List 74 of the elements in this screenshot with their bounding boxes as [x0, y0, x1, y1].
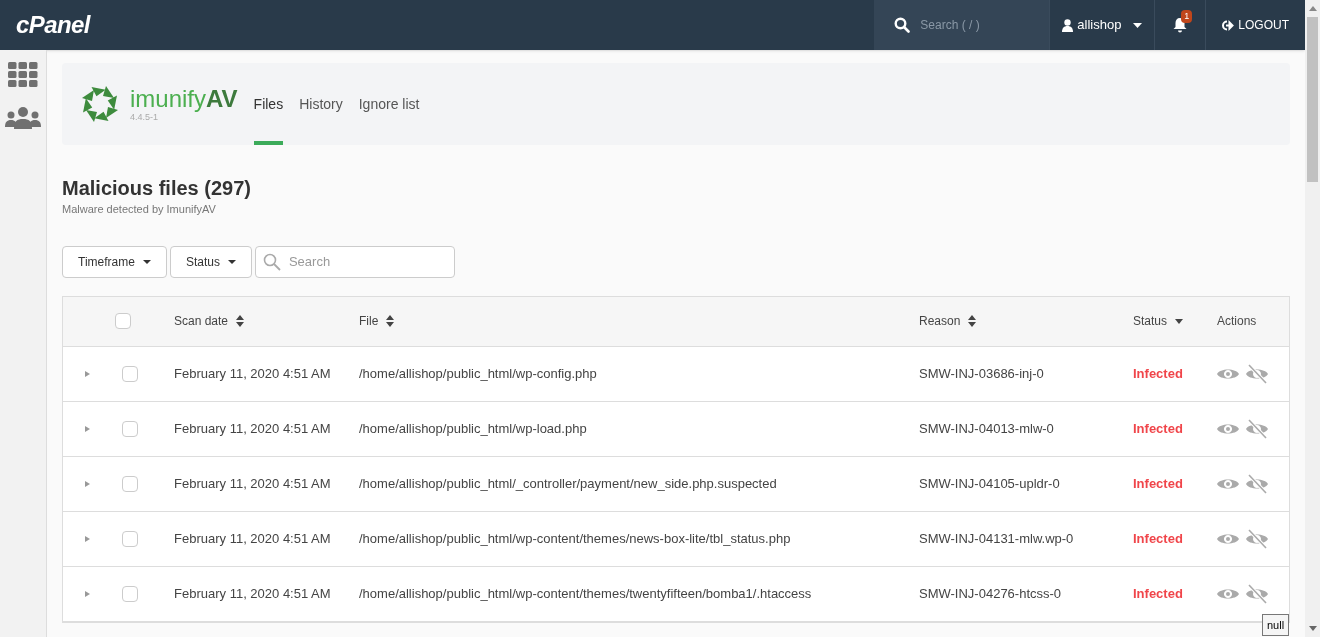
logout-icon	[1222, 19, 1235, 31]
tab[interactable]: History	[299, 63, 343, 145]
table-cell: February 11, 2020 4:51 AM	[174, 475, 331, 491]
caret-icon[interactable]	[1175, 318, 1184, 324]
status-text: Infected	[1133, 585, 1183, 601]
checkbox[interactable]	[115, 313, 131, 329]
table-cell: February 11, 2020 4:51 AM	[174, 420, 331, 436]
arrow-down-icon[interactable]	[1308, 626, 1317, 631]
page-subtitle: Malware detected by ImunifyAV	[62, 202, 217, 217]
column-header[interactable]: Reason	[919, 312, 977, 330]
scrollbar-thumb[interactable]	[1307, 17, 1318, 182]
table-cell: /home/allishop/public_html/wp-load.php	[359, 420, 587, 436]
eye-slash-icon[interactable]	[1245, 473, 1269, 494]
eye-slash-icon[interactable]	[1245, 583, 1269, 604]
filter-dropdown[interactable]: Timeframe	[62, 245, 167, 278]
grid-icon[interactable]	[8, 62, 38, 87]
table-cell: February 11, 2020 4:51 AM	[174, 365, 331, 381]
eye-slash-icon[interactable]	[1245, 528, 1269, 549]
checkbox[interactable]	[122, 585, 138, 602]
search-icon	[894, 17, 911, 33]
table-cell: /home/allishop/public_html/wp-content/themes/news-box-lite/tbl_status.php	[359, 530, 791, 546]
status-text: Infected	[1133, 365, 1183, 381]
search-field[interactable]: Search	[254, 245, 455, 278]
search-field[interactable]: Search ( / )	[874, 0, 1050, 50]
tab[interactable]: Files	[253, 63, 284, 145]
table-cell: SMW-INJ-04105-upldr-0	[919, 475, 1060, 491]
users-icon[interactable]	[5, 107, 41, 129]
status-text: Infected	[1133, 530, 1183, 546]
sort-icon[interactable]	[968, 315, 977, 327]
eye-slash-icon[interactable]	[1245, 418, 1269, 439]
table-cell: /home/allishop/public_html/wp-config.php	[359, 365, 597, 381]
sort-icon[interactable]	[236, 315, 245, 327]
expand-icon[interactable]	[85, 480, 91, 487]
product-name: imunifyAV	[130, 86, 238, 111]
table-cell: SMW-INJ-04276-htcss-0	[919, 585, 1062, 601]
tab[interactable]: Ignore list	[358, 63, 420, 145]
column-header[interactable]: Status	[1133, 312, 1184, 330]
expand-icon[interactable]	[85, 370, 91, 377]
checkbox[interactable]	[122, 475, 138, 492]
checkbox[interactable]	[122, 365, 138, 382]
logout-link[interactable]: LOGOUT	[1238, 16, 1289, 34]
status-text: Infected	[1133, 420, 1183, 436]
user-menu[interactable]: allishop	[1077, 15, 1122, 35]
expand-icon[interactable]	[85, 590, 91, 597]
filter-dropdown[interactable]: Status	[169, 245, 252, 278]
expand-icon[interactable]	[85, 535, 91, 542]
table-cell: February 11, 2020 4:51 AM	[174, 585, 331, 601]
notification-badge: 1	[1181, 10, 1193, 23]
tooltip: null	[1262, 614, 1290, 636]
table-cell: SMW-INJ-04131-mlw.wp-0	[919, 530, 1074, 546]
search-icon	[262, 252, 281, 271]
table-cell: SMW-INJ-04013-mlw-0	[919, 420, 1054, 436]
caret-icon	[142, 259, 151, 264]
user-icon	[1062, 18, 1074, 32]
cpanel-logo[interactable]: cPanel	[16, 7, 282, 43]
page-title: Malicious files (297)	[62, 176, 252, 201]
column-header[interactable]: Actions	[1217, 312, 1257, 330]
scrollbar[interactable]	[1305, 0, 1320, 637]
arrow-up-icon[interactable]	[1308, 6, 1317, 11]
caret-icon[interactable]	[1133, 22, 1143, 28]
sort-icon[interactable]	[386, 315, 395, 327]
version-text: 4.4.5-1	[130, 112, 159, 122]
table-cell: /home/allishop/public_html/_controller/payment/new_side.php.suspected	[359, 475, 777, 491]
expand-icon[interactable]	[85, 425, 91, 432]
status-text: Infected	[1133, 475, 1183, 491]
table-cell: SMW-INJ-03686-inj-0	[919, 365, 1044, 381]
table-cell: /home/allishop/public_html/wp-content/themes/twentyfifteen/bomba1/.htaccess	[359, 585, 812, 601]
column-header[interactable]: File	[359, 312, 395, 330]
table-cell: February 11, 2020 4:51 AM	[174, 530, 331, 546]
caret-icon	[227, 259, 236, 264]
eye-slash-icon[interactable]	[1245, 363, 1269, 384]
checkbox[interactable]	[122, 530, 138, 547]
checkbox[interactable]	[122, 420, 138, 437]
column-header[interactable]: Scan date	[174, 312, 245, 330]
